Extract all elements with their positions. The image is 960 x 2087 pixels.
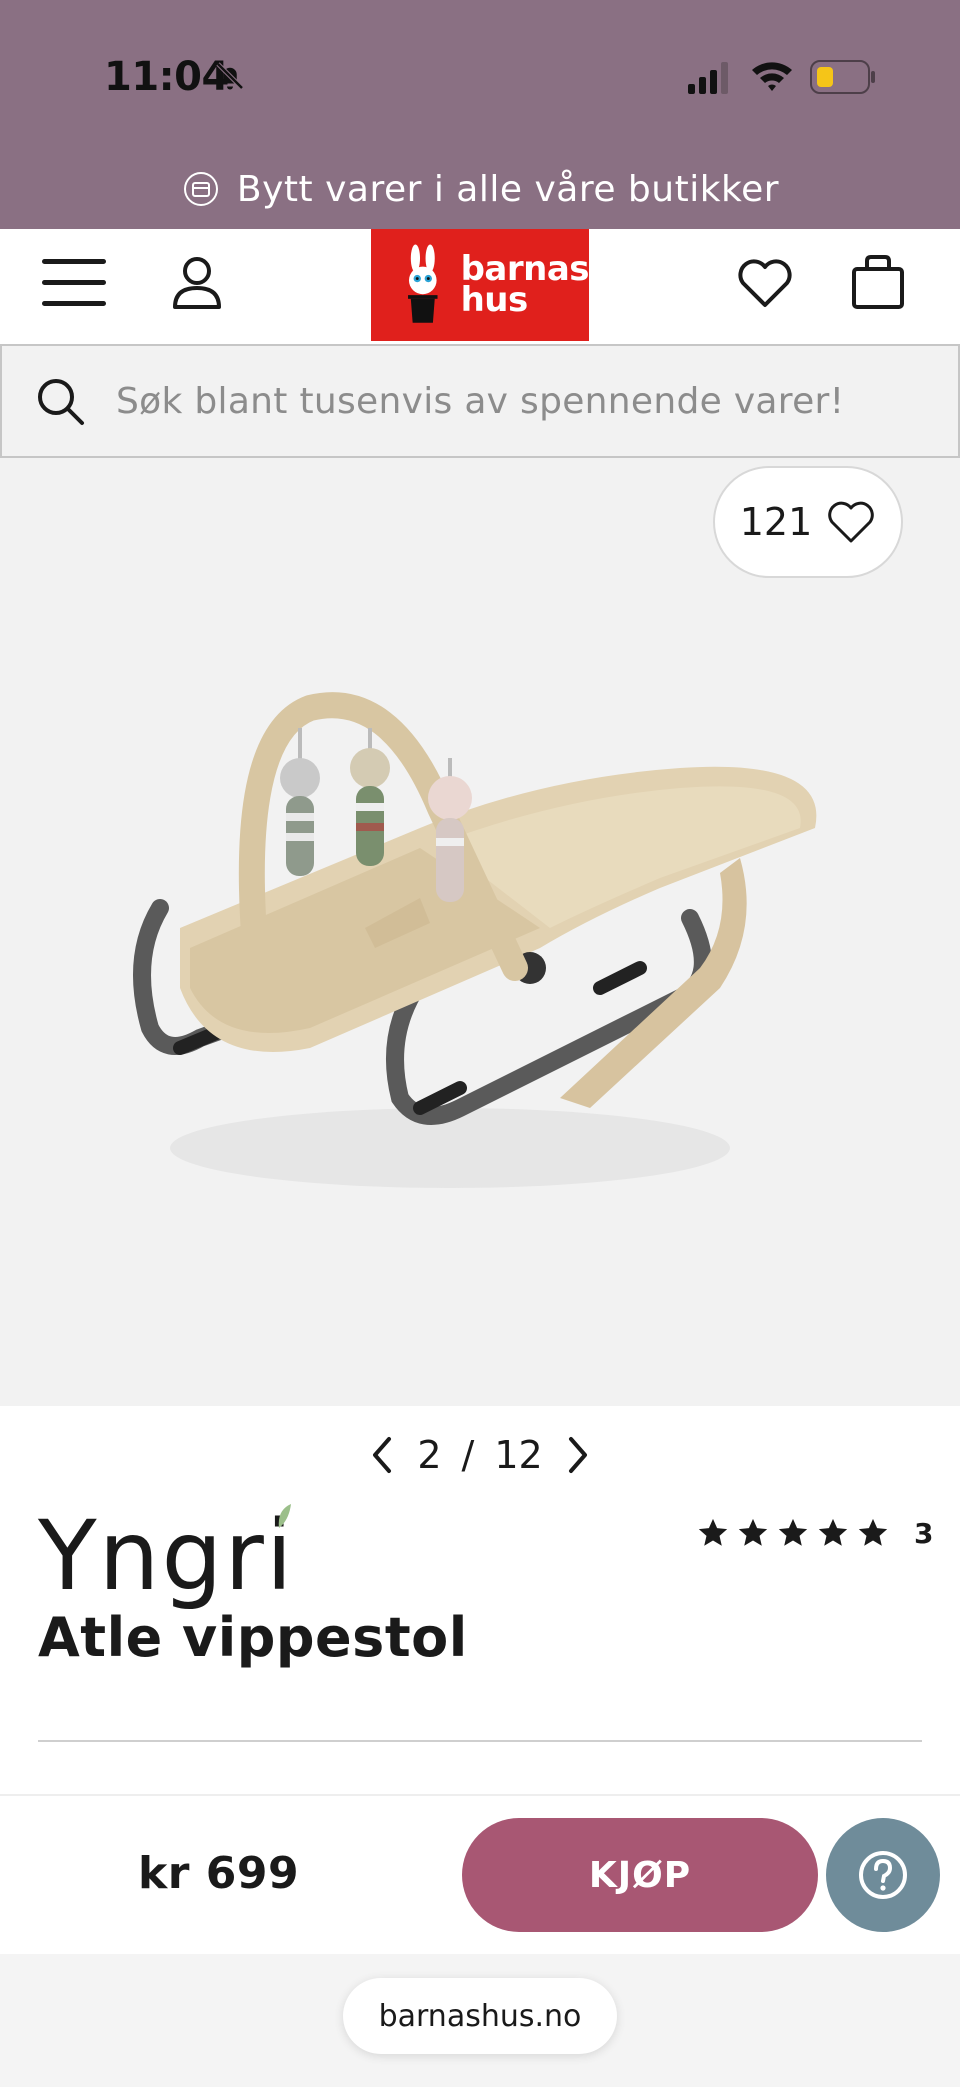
help-button[interactable] (826, 1818, 940, 1932)
image-pager: 2 / 12 (0, 1428, 960, 1482)
heart-outline-icon (828, 501, 875, 543)
rating-count: 3 (914, 1516, 934, 1550)
shopping-bag-icon[interactable] (850, 253, 906, 311)
star-icon (738, 1518, 768, 1546)
pager-separator: / (461, 1433, 475, 1477)
product-image (133, 692, 817, 1188)
logo-text-line2: hus (460, 280, 529, 320)
battery-low-icon (810, 60, 875, 94)
favorite-button[interactable]: 121 (713, 466, 903, 578)
heart-icon[interactable] (736, 255, 794, 311)
browser-url-pill[interactable]: barnashus.no (343, 1978, 617, 2054)
favorites-count: 121 (739, 500, 813, 544)
cellular-signal-icon (688, 62, 728, 94)
logo-text: barnas hus (460, 252, 590, 320)
search-input[interactable]: Søk blant tusenvis av spennende varer! (116, 381, 844, 422)
promo-banner[interactable]: Bytt varer i alle våre butikker (0, 160, 960, 218)
brand-logo[interactable]: Yngri (38, 1500, 295, 1612)
hamburger-menu-icon[interactable] (42, 259, 106, 311)
brand-leaf-icon (278, 1504, 291, 1528)
product-price: kr 699 (138, 1848, 300, 1899)
search-bar[interactable]: Søk blant tusenvis av spennende varer! (0, 344, 960, 458)
chevron-left-icon[interactable] (367, 1435, 397, 1475)
chevron-right-icon[interactable] (563, 1435, 593, 1475)
rabbit-logo-icon (408, 244, 438, 323)
question-mark-icon (859, 1851, 907, 1899)
bell-slash-icon (216, 62, 244, 90)
site-header: barnas hus (0, 229, 960, 343)
buy-button[interactable]: KJØP (462, 1818, 818, 1932)
pager-current: 2 (417, 1433, 442, 1477)
star-icon (778, 1518, 808, 1546)
site-logo[interactable]: barnas hus (371, 229, 590, 341)
star-icon (818, 1518, 848, 1546)
product-rating[interactable]: 3 (696, 1516, 933, 1550)
divider (38, 1740, 922, 1742)
exchange-box-icon (183, 172, 218, 206)
star-icon (858, 1518, 888, 1546)
product-title: Atle vippestol (38, 1606, 468, 1669)
search-icon (38, 379, 84, 425)
star-icon (698, 1518, 728, 1546)
wifi-icon (752, 62, 792, 91)
status-time: 11:04 (104, 54, 229, 100)
account-icon[interactable] (170, 255, 224, 311)
promo-text: Bytt varer i alle våre butikker (236, 168, 780, 210)
pager-total: 12 (494, 1433, 543, 1477)
buy-bar: kr 699 KJØP (0, 1794, 960, 1954)
product-image-gallery[interactable]: 121 (0, 458, 960, 1406)
